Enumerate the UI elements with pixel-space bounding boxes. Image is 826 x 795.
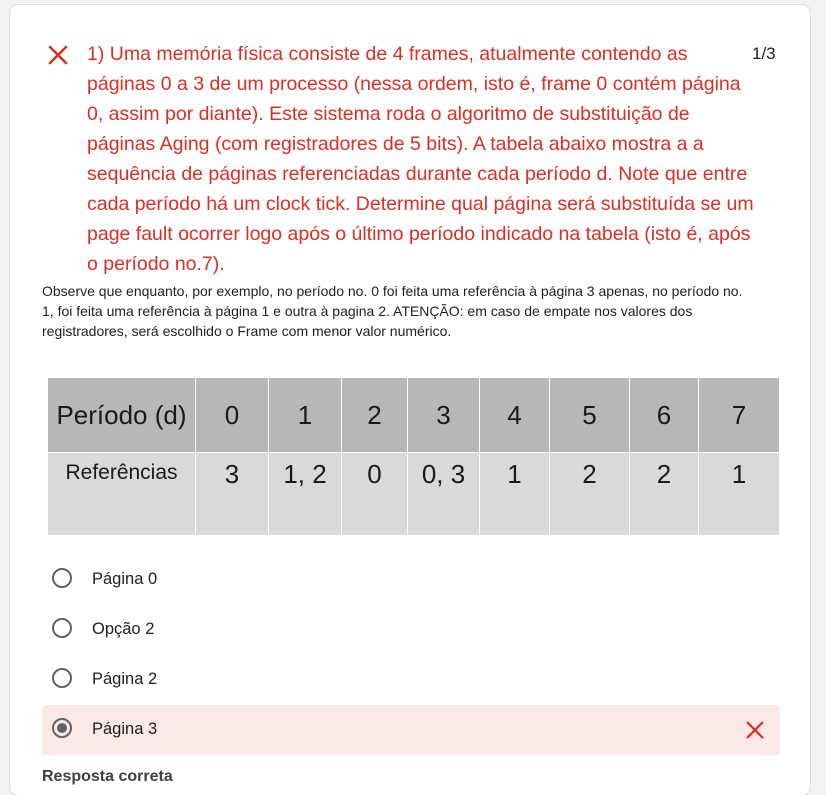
option-pagina-3[interactable]: Página 3 xyxy=(42,705,780,755)
correct-answer-heading: Resposta correta xyxy=(42,768,173,785)
radio-button[interactable] xyxy=(52,668,72,688)
question-score: 1/3 xyxy=(752,44,776,63)
period-cell: 7 xyxy=(698,377,780,453)
table-header-row: Período (d) 0 1 2 3 4 5 6 7 xyxy=(47,377,780,453)
reference-cell: 1, 2 xyxy=(268,452,342,536)
option-label: Página 2 xyxy=(92,670,158,688)
reference-cell: 2 xyxy=(549,452,630,536)
table-row: Referências 3 1, 2 0 0, 3 1 2 2 1 xyxy=(47,452,780,536)
incorrect-x-icon xyxy=(746,721,764,739)
question-card: 1) Uma memória física consiste de 4 fram… xyxy=(10,5,810,795)
reference-cell: 1 xyxy=(479,452,550,536)
period-cell: 5 xyxy=(549,377,630,453)
reference-cell: 0 xyxy=(341,452,408,536)
period-cell: 1 xyxy=(268,377,342,453)
incorrect-x-icon xyxy=(48,45,68,65)
option-label: Página 0 xyxy=(92,570,158,588)
radio-button[interactable] xyxy=(52,618,72,638)
option-opcao-2[interactable]: Opção 2 xyxy=(42,605,780,655)
option-pagina-0[interactable]: Página 0 xyxy=(42,555,780,605)
period-cell: 2 xyxy=(341,377,408,453)
option-pagina-2[interactable]: Página 2 xyxy=(42,655,780,705)
reference-table: Período (d) 0 1 2 3 4 5 6 7 Referências … xyxy=(47,377,780,536)
period-cell: 6 xyxy=(629,377,699,453)
reference-cell: 1 xyxy=(698,452,780,536)
period-cell: 4 xyxy=(479,377,550,453)
radio-button[interactable] xyxy=(52,568,72,588)
reference-cell: 3 xyxy=(195,452,269,536)
question-title: 1) Uma memória física consiste de 4 fram… xyxy=(87,43,754,275)
option-label: Página 3 xyxy=(92,720,158,738)
period-cell: 0 xyxy=(195,377,269,453)
answer-options: Página 0 Opção 2 Página 2 Página 3 xyxy=(42,555,780,755)
table-header-cell: Período (d) xyxy=(47,377,196,453)
period-cell: 3 xyxy=(407,377,480,453)
reference-cell: 2 xyxy=(629,452,699,536)
reference-cell: 0, 3 xyxy=(407,452,480,536)
question-description: Observe que enquanto, por exemplo, no pe… xyxy=(42,283,743,339)
option-label: Opção 2 xyxy=(92,620,155,638)
radio-button-checked[interactable] xyxy=(52,718,72,738)
table-row-label: Referências xyxy=(47,452,196,536)
